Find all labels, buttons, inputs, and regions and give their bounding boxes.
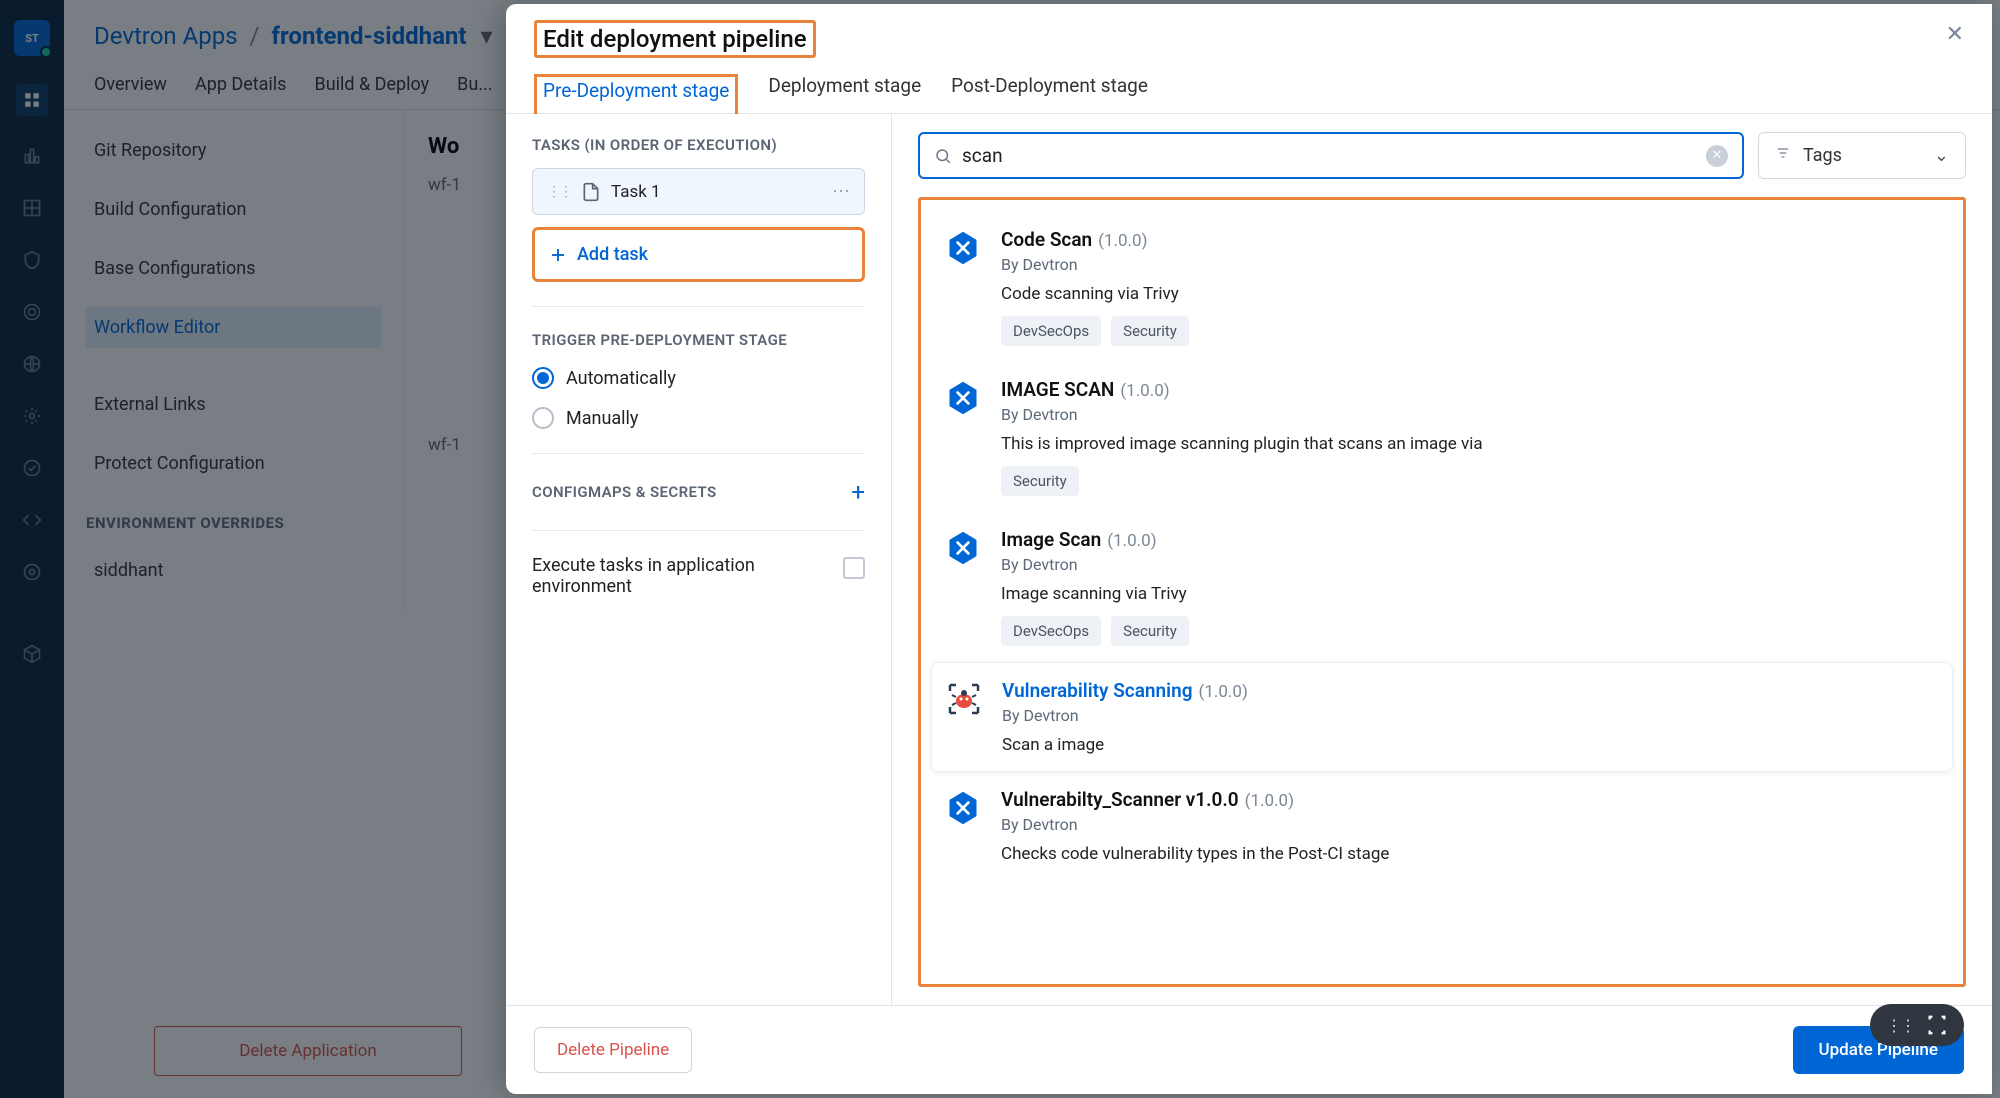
config-heading: CONFIGMAPS & SECRETS	[532, 483, 717, 501]
tags-filter-dropdown[interactable]: Tags ⌄	[1758, 132, 1966, 179]
plugin-tag: DevSecOps	[1001, 316, 1101, 346]
plugin-item[interactable]: IMAGE SCAN (1.0.0) By Devtron This is imp…	[931, 362, 1953, 512]
plugin-item[interactable]: Vulnerability Scanning (1.0.0) By Devtron…	[931, 662, 1953, 772]
plugin-icon	[943, 228, 983, 268]
plugin-item[interactable]: Code Scan (1.0.0) By Devtron Code scannin…	[931, 212, 1953, 362]
task-row[interactable]: ⋮⋮ Task 1 ⋯	[532, 168, 865, 215]
tab-post-deployment[interactable]: Post-Deployment stage	[951, 74, 1148, 113]
plugin-version: (1.0.0)	[1245, 791, 1294, 811]
more-icon[interactable]: ⋯	[832, 181, 850, 202]
plugin-icon	[943, 788, 983, 828]
floating-toolbar[interactable]: ⋮⋮	[1870, 1004, 1964, 1046]
task-label: Task 1	[611, 182, 661, 202]
close-icon[interactable]: ✕	[1946, 22, 1964, 47]
search-container: ✕	[918, 132, 1744, 179]
chevron-down-icon: ⌄	[1934, 145, 1949, 166]
plugin-author: By Devtron	[1001, 255, 1941, 274]
radio-manually[interactable]: Manually	[532, 407, 865, 429]
tab-pre-deployment[interactable]: Pre-Deployment stage	[534, 74, 738, 114]
plugin-icon	[943, 378, 983, 418]
plugin-item[interactable]: Image Scan (1.0.0) By Devtron Image scann…	[931, 512, 1953, 662]
radio-icon	[532, 407, 554, 429]
add-config-button[interactable]: +	[851, 478, 865, 506]
plugin-icon	[944, 679, 984, 719]
search-input[interactable]	[962, 144, 1696, 167]
document-icon	[581, 182, 601, 202]
plugin-description: This is improved image scanning plugin t…	[1001, 434, 1941, 454]
plugin-author: By Devtron	[1002, 706, 1940, 725]
plugin-author: By Devtron	[1001, 405, 1941, 424]
stage-tabs: Pre-Deployment stage Deployment stage Po…	[506, 58, 1992, 114]
plus-icon	[549, 246, 567, 264]
plugin-description: Checks code vulnerability types in the P…	[1001, 844, 1941, 864]
tasks-heading: TASKS (IN ORDER OF EXECUTION)	[532, 136, 865, 154]
checkbox-icon[interactable]	[843, 557, 865, 579]
radio-automatically[interactable]: Automatically	[532, 367, 865, 389]
plugin-description: Image scanning via Trivy	[1001, 584, 1941, 604]
plugin-tag: Security	[1111, 316, 1189, 346]
filter-icon	[1775, 145, 1791, 166]
execute-env-option[interactable]: Execute tasks in application environment	[532, 555, 865, 597]
plugin-icon	[943, 528, 983, 568]
expand-icon[interactable]	[1926, 1014, 1948, 1036]
plugin-name: IMAGE SCAN	[1001, 378, 1114, 401]
plugin-author: By Devtron	[1001, 555, 1941, 574]
plugins-panel: ✕ Tags ⌄ Code Scan (1.0.0) By Devtron Cod…	[892, 114, 1992, 1005]
plugin-description: Scan a image	[1002, 735, 1940, 755]
plugin-name: Vulnerability Scanning	[1002, 679, 1193, 702]
plugin-tag: Security	[1001, 466, 1079, 496]
drag-handle-icon[interactable]: ⋮⋮	[1886, 1016, 1914, 1035]
plugin-description: Code scanning via Trivy	[1001, 284, 1941, 304]
modal-title: Edit deployment pipeline	[534, 20, 816, 58]
trigger-heading: TRIGGER PRE-DEPLOYMENT STAGE	[532, 331, 865, 349]
modal-footer: Delete Pipeline Update Pipeline	[506, 1005, 1992, 1094]
plugin-version: (1.0.0)	[1199, 682, 1248, 702]
plugin-name: Image Scan	[1001, 528, 1101, 551]
plugin-tag: DevSecOps	[1001, 616, 1101, 646]
plugin-name: Code Scan	[1001, 228, 1092, 251]
plugin-version: (1.0.0)	[1107, 531, 1156, 551]
tasks-panel: TASKS (IN ORDER OF EXECUTION) ⋮⋮ Task 1 …	[506, 114, 892, 1005]
add-task-button[interactable]: Add task	[532, 227, 865, 282]
edit-pipeline-modal: Edit deployment pipeline ✕ Pre-Deploymen…	[506, 4, 1992, 1094]
plugin-version: (1.0.0)	[1120, 381, 1169, 401]
search-icon	[934, 147, 952, 165]
plugin-item[interactable]: Vulnerabilty_Scanner v1.0.0 (1.0.0) By De…	[931, 772, 1953, 880]
plugin-version: (1.0.0)	[1098, 231, 1147, 251]
tab-deployment[interactable]: Deployment stage	[768, 74, 921, 113]
drag-handle-icon[interactable]: ⋮⋮	[547, 184, 571, 200]
delete-pipeline-button[interactable]: Delete Pipeline	[534, 1027, 692, 1073]
radio-icon	[532, 367, 554, 389]
clear-search-icon[interactable]: ✕	[1706, 145, 1728, 167]
plugin-name: Vulnerabilty_Scanner v1.0.0	[1001, 788, 1239, 811]
plugin-author: By Devtron	[1001, 815, 1941, 834]
plugin-tag: Security	[1111, 616, 1189, 646]
plugin-results-list: Code Scan (1.0.0) By Devtron Code scannin…	[918, 197, 1966, 987]
